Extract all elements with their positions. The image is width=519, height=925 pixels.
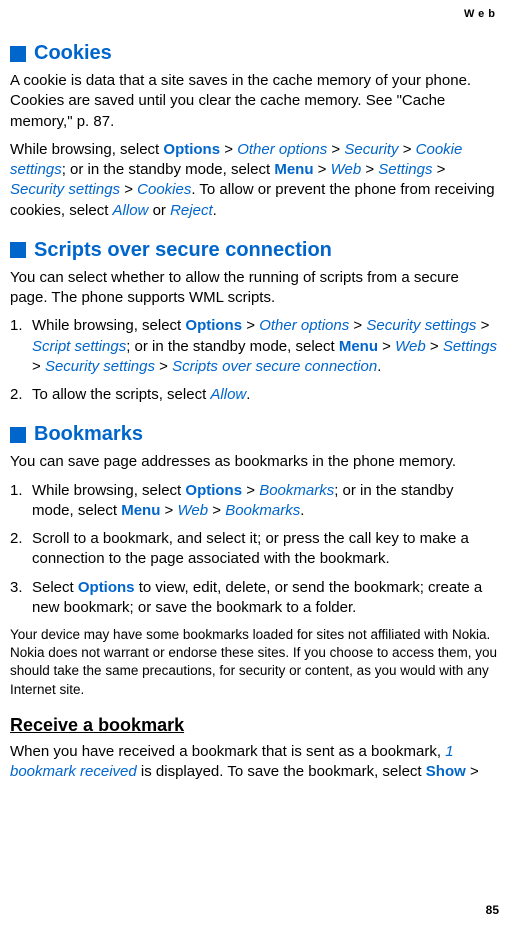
menu-path-security-settings: Security settings: [45, 358, 155, 375]
menu-path-allow: Allow: [210, 386, 246, 403]
text: or: [148, 202, 170, 219]
list-item: While browsing, select Options > Bookmar…: [10, 481, 499, 522]
menu-path-web: Web: [395, 338, 426, 355]
heading-bookmarks: Bookmarks: [34, 423, 143, 446]
square-bullet-icon: [10, 427, 26, 443]
menu-path-web: Web: [178, 502, 209, 519]
square-bullet-icon: [10, 242, 26, 258]
menu-path-options: Options: [78, 579, 135, 596]
text: .: [246, 386, 250, 403]
menu-path-options: Options: [185, 482, 242, 499]
menu-path-scripts-over: Scripts over secure connection: [172, 358, 377, 375]
menu-path-other-options: Other options: [259, 317, 349, 334]
scripts-para-1: You can select whether to allow the runn…: [10, 268, 499, 309]
text: While browsing, select: [32, 482, 185, 499]
text: .: [213, 202, 217, 219]
receive-bookmark-para: When you have received a bookmark that i…: [10, 742, 499, 783]
page-header-label: Web: [464, 8, 499, 20]
text: >: [220, 141, 237, 158]
menu-path-security-settings: Security settings: [366, 317, 476, 334]
section-title-cookies: Cookies: [10, 42, 499, 65]
text: >: [378, 338, 395, 355]
text: >: [242, 482, 259, 499]
menu-path-reject: Reject: [170, 202, 213, 219]
text: >: [426, 338, 443, 355]
menu-path-options: Options: [163, 141, 220, 158]
cookies-para-2: While browsing, select Options > Other o…: [10, 140, 499, 221]
text: >: [314, 161, 331, 178]
text: >: [399, 141, 416, 158]
text: >: [242, 317, 259, 334]
menu-path-other-options: Other options: [237, 141, 327, 158]
menu-path-bookmarks: Bookmarks: [225, 502, 300, 519]
text: .: [377, 358, 381, 375]
text: When you have received a bookmark that i…: [10, 743, 445, 760]
menu-path-script-settings: Script settings: [32, 338, 126, 355]
cookies-para-1: A cookie is data that a site saves in th…: [10, 71, 499, 132]
text: >: [361, 161, 378, 178]
text: >: [208, 502, 225, 519]
text: .: [300, 502, 304, 519]
text: >: [476, 317, 489, 334]
menu-path-security-settings: Security settings: [10, 181, 120, 198]
text: >: [120, 181, 137, 198]
menu-path-menu: Menu: [121, 502, 160, 519]
text: While browsing, select: [32, 317, 185, 334]
section-title-scripts: Scripts over secure connection: [10, 239, 499, 262]
text: ; or in the standby mode, select: [126, 338, 339, 355]
menu-path-settings: Settings: [378, 161, 432, 178]
text: Select: [32, 579, 78, 596]
text: ; or in the standby mode, select: [62, 161, 275, 178]
bookmarks-list: While browsing, select Options > Bookmar…: [10, 481, 499, 619]
menu-path-allow: Allow: [113, 202, 149, 219]
menu-path-security: Security: [344, 141, 398, 158]
menu-path-web: Web: [331, 161, 362, 178]
menu-path-bookmarks: Bookmarks: [259, 482, 334, 499]
list-item: Scroll to a bookmark, and select it; or …: [10, 529, 499, 570]
list-item: Select Options to view, edit, delete, or…: [10, 578, 499, 619]
text: >: [155, 358, 172, 375]
text: is displayed. To save the bookmark, sele…: [137, 763, 426, 780]
page-number: 85: [486, 903, 499, 917]
list-item: To allow the scripts, select Allow.: [10, 385, 499, 405]
bookmarks-note: Your device may have some bookmarks load…: [10, 626, 499, 699]
menu-path-menu: Menu: [274, 161, 313, 178]
menu-path-menu: Menu: [339, 338, 378, 355]
scripts-list: While browsing, select Options > Other o…: [10, 316, 499, 405]
section-bookmarks: Bookmarks You can save page addresses as…: [10, 423, 499, 782]
text: >: [349, 317, 366, 334]
menu-path-show: Show: [426, 763, 466, 780]
bookmarks-para-1: You can save page addresses as bookmarks…: [10, 452, 499, 472]
section-scripts: Scripts over secure connection You can s…: [10, 239, 499, 406]
square-bullet-icon: [10, 46, 26, 62]
text: >: [327, 141, 344, 158]
menu-path-settings: Settings: [443, 338, 497, 355]
text: >: [466, 763, 479, 780]
menu-path-options: Options: [185, 317, 242, 334]
heading-cookies: Cookies: [34, 42, 112, 65]
section-cookies: Cookies A cookie is data that a site sav…: [10, 42, 499, 221]
list-item: While browsing, select Options > Other o…: [10, 316, 499, 377]
text: While browsing, select: [10, 141, 163, 158]
menu-path-cookies: Cookies: [137, 181, 191, 198]
text: >: [32, 358, 45, 375]
text: >: [160, 502, 177, 519]
text: To allow the scripts, select: [32, 386, 210, 403]
section-title-bookmarks: Bookmarks: [10, 423, 499, 446]
heading-receive-bookmark: Receive a bookmark: [10, 715, 499, 736]
text: >: [433, 161, 446, 178]
heading-scripts: Scripts over secure connection: [34, 239, 332, 262]
